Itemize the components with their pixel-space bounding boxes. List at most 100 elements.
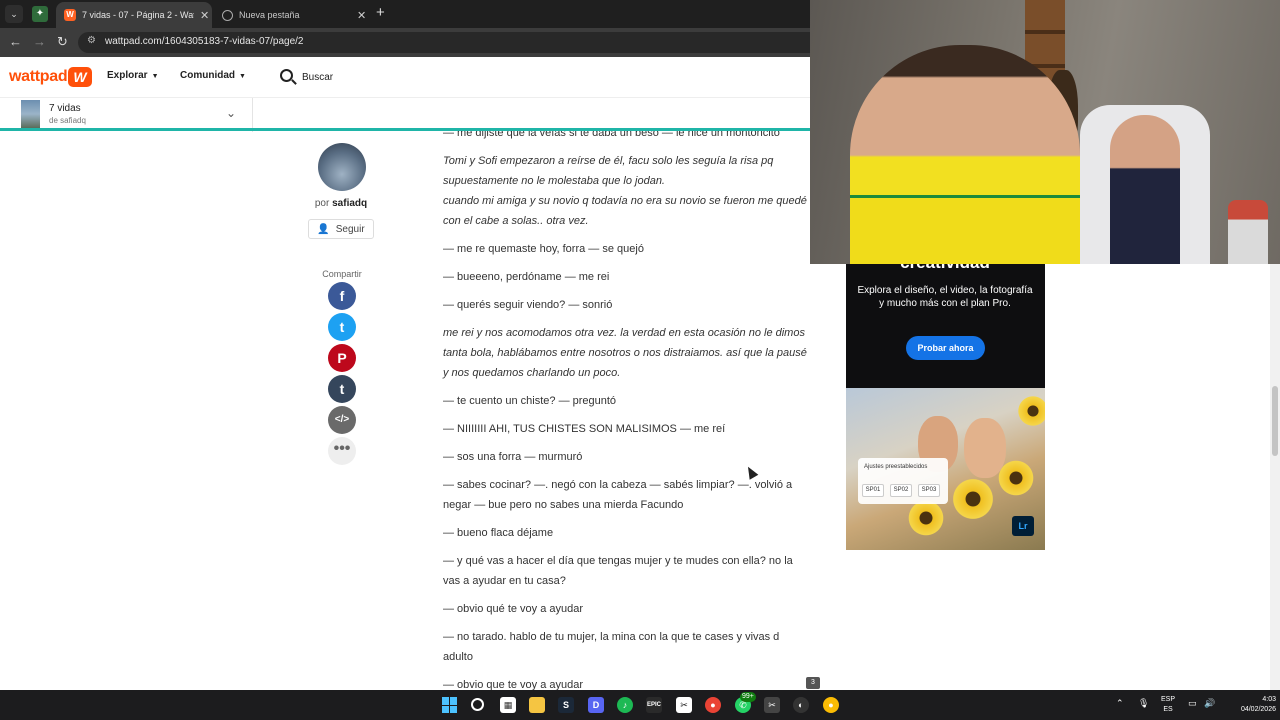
story-paragraph: — no tarado. hablo de tu mujer, la mina … — [443, 631, 780, 663]
chevron-down-icon[interactable]: ⌄ — [226, 106, 236, 120]
nav-label: Comunidad — [180, 70, 235, 81]
spotify-icon[interactable]: ♪ — [617, 697, 633, 713]
webcam-overlay — [810, 0, 1280, 264]
story-author: de safiadq — [49, 116, 86, 125]
nav-explorar[interactable]: Explorar ▼ — [107, 70, 159, 81]
lang-bottom: ES — [1163, 706, 1173, 713]
caret-down-icon: ▼ — [151, 73, 159, 80]
tumblr-icon[interactable]: t — [328, 375, 356, 403]
follow-button[interactable]: 👤 Seguir — [308, 219, 374, 239]
file-explorer-icon[interactable] — [529, 697, 545, 713]
facebook-icon[interactable]: f — [328, 282, 356, 310]
address-bar-row: ← → ↻ ⚙ wattpad.com/1604305183-7-vidas-0… — [0, 28, 810, 57]
wattpad-logo[interactable]: wattpad — [9, 68, 68, 86]
clock-time: 4:03 — [1262, 696, 1276, 703]
new-tab-button[interactable]: + — [376, 5, 385, 21]
notification-badge: 99+ — [740, 692, 756, 702]
tab-close-icon[interactable]: ✕ — [357, 9, 366, 22]
story-text: — me dijiste que la veías si te daba un … — [443, 123, 807, 703]
nav-label: Explorar — [107, 70, 148, 81]
story-paragraph: — bueeeno, perdóname — me rei — [443, 271, 610, 283]
story-paragraph: — me re quemaste hoy, forra — se quejó — [443, 243, 644, 255]
embed-icon[interactable]: </> — [328, 406, 356, 434]
tab-wattpad[interactable]: W 7 vidas - 07 - Página 2 - Wattpad ✕ — [56, 2, 212, 28]
search-icon[interactable] — [471, 698, 484, 711]
obs-icon[interactable]: ◐ — [793, 697, 809, 713]
bottle-image — [1228, 200, 1268, 264]
author-byline: por safiadq — [300, 198, 382, 209]
story-paragraph: — bueno flaca déjame — [443, 527, 554, 539]
follow-label: Seguir — [335, 223, 365, 235]
search-label[interactable]: Buscar — [302, 72, 333, 83]
back-icon[interactable]: ← — [9, 34, 22, 50]
tab-new-tab[interactable]: Nueva pestaña ✕ — [214, 2, 370, 28]
by-prefix: por — [314, 198, 330, 209]
network-icon[interactable]: ▭ — [1188, 698, 1197, 709]
volume-icon[interactable]: 🔊 — [1204, 698, 1215, 709]
chrome-icon[interactable]: ● — [823, 697, 839, 713]
author-username[interactable]: safiadq — [332, 198, 367, 209]
share-label: Compartir — [322, 269, 362, 279]
story-paragraph: — obvio qué te voy a ayudar — [443, 603, 584, 615]
ad-cta-button[interactable]: Probar ahora — [906, 336, 985, 360]
chrome-icon[interactable]: ● — [705, 697, 721, 713]
person-image — [1110, 115, 1180, 264]
lightroom-icon: Lr — [1012, 516, 1034, 536]
scrollbar-thumb[interactable] — [1272, 386, 1278, 456]
divider — [252, 98, 253, 132]
window-count-badge: 3 — [806, 677, 820, 689]
caret-down-icon: ▼ — [239, 73, 246, 80]
tab-search-button[interactable]: ⌄ — [5, 5, 23, 23]
flower-image — [1016, 394, 1045, 428]
wattpad-w-icon[interactable]: W — [68, 67, 92, 87]
tab-label: Nueva pestaña — [239, 10, 300, 20]
capcut-icon[interactable]: ✂ — [676, 697, 692, 713]
windows-start-icon[interactable] — [442, 697, 458, 713]
preset-chip: SP03 — [918, 484, 940, 497]
wattpad-favicon-icon: W — [64, 9, 76, 21]
story-paragraph: — y qué vas a hacer el día que tengas mu… — [443, 555, 793, 587]
site-info-icon[interactable]: ⚙ — [87, 35, 96, 46]
taskbar: ▦ S D ♪ EPIC ✂ ● ✆ 99+ ✂ ◐ ● ⌃ 🎙 ▭ 🔊 — [0, 690, 1280, 720]
add-user-icon: 👤 — [317, 223, 330, 235]
discord-icon[interactable]: D — [588, 697, 604, 713]
preset-chip: SP01 — [862, 484, 884, 497]
pinterest-icon[interactable]: P — [328, 344, 356, 372]
story-paragraph: — sabes cocinar? —. negó con la cabeza —… — [443, 479, 793, 511]
reading-progress-bar — [0, 128, 810, 131]
steam-icon[interactable]: S — [558, 697, 574, 713]
page-scrollbar[interactable] — [1270, 264, 1280, 690]
search-icon[interactable] — [280, 69, 293, 82]
tab-label: 7 vidas - 07 - Página 2 - Wattpad — [82, 10, 194, 20]
widgets-icon[interactable]: ▦ — [500, 697, 516, 713]
tray-chevron-icon[interactable]: ⌃ — [1116, 698, 1124, 709]
epic-games-icon[interactable]: EPIC — [646, 697, 662, 713]
story-paragraph: — querés seguir viendo? — sonrió — [443, 299, 613, 311]
story-paragraph: me rei y nos acomodamos otra vez. la ver… — [443, 327, 807, 379]
url-bar[interactable]: ⚙ wattpad.com/1604305183-7-vidas-07/page… — [78, 32, 810, 53]
author-avatar[interactable] — [318, 143, 366, 191]
story-paragraph: — NIIIIIII AHI, TUS CHISTES SON MALISIMO… — [443, 423, 726, 435]
ad-banner[interactable] — [846, 264, 1045, 388]
forward-icon[interactable]: → — [33, 34, 46, 50]
snipping-tool-icon[interactable]: ✂ — [764, 697, 780, 713]
nav-comunidad[interactable]: Comunidad ▼ — [180, 70, 246, 81]
reload-icon[interactable]: ↻ — [57, 34, 68, 50]
preset-title: Ajustes preestablecidos — [864, 464, 928, 470]
flower-image — [996, 458, 1036, 498]
system-clock[interactable]: 4:03 04/02/2026 — [1222, 695, 1276, 715]
url-text: wattpad.com/1604305183-7-vidas-07/page/2 — [105, 36, 304, 47]
ad-photo[interactable]: Ajustes preestablecidos SP01 SP02 SP03 L… — [846, 388, 1045, 550]
preset-chip: SP02 — [890, 484, 912, 497]
more-icon[interactable]: ••• — [328, 437, 356, 465]
microphone-icon[interactable]: 🎙 — [1138, 698, 1149, 709]
pinned-tab-icon[interactable]: ✦ — [32, 6, 48, 22]
jersey-image — [850, 195, 1080, 264]
input-language[interactable]: ESP ES — [1158, 695, 1178, 715]
tab-close-icon[interactable]: ✕ — [200, 9, 209, 22]
flower-image — [906, 498, 946, 538]
preset-card: Ajustes preestablecidos SP01 SP02 SP03 — [858, 458, 948, 504]
story-cover-image — [21, 100, 40, 128]
twitter-icon[interactable]: t — [328, 313, 356, 341]
ad-body: Explora el diseño, el video, la fotograf… — [857, 285, 1033, 309]
